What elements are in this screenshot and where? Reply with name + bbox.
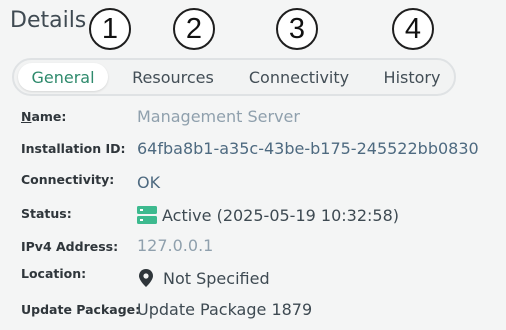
tab-history[interactable]: History xyxy=(374,63,450,91)
tab-bar: General Resources Connectivity History xyxy=(12,58,456,96)
server-active-icon xyxy=(137,206,157,224)
installation-id-value: 64fba8b1-a35c-43be-b175-245522bb0830 xyxy=(137,138,479,158)
field-row-connectivity: Connectivity: OK xyxy=(0,167,506,195)
location-value-wrapper: Not Specified xyxy=(137,264,270,292)
installation-id-label: Installation ID: xyxy=(21,140,126,156)
field-row-location: Location: Not Specified xyxy=(0,262,506,290)
name-label-accesskey: N xyxy=(21,108,32,124)
callout-marker-2: 2 xyxy=(173,8,215,50)
update-package-label: Update Package: xyxy=(21,301,141,317)
callout-marker-1: 1 xyxy=(89,8,131,50)
name-label-rest: ame: xyxy=(31,108,67,124)
field-row-status: Status: Active (2025-05-19 10:32:58) xyxy=(0,200,506,228)
tab-connectivity[interactable]: Connectivity xyxy=(242,63,356,91)
page-title: Details xyxy=(10,8,87,33)
status-value: Active (2025-05-19 10:32:58) xyxy=(162,205,399,225)
callout-marker-4: 4 xyxy=(392,8,434,50)
tab-general[interactable]: General xyxy=(18,63,108,91)
field-row-ipv4: IPv4 Address: 127.0.0.1 xyxy=(0,232,506,260)
connectivity-label: Connectivity: xyxy=(21,171,115,187)
update-package-value: Update Package 1879 xyxy=(137,299,313,319)
ipv4-label: IPv4 Address: xyxy=(21,238,119,254)
ipv4-value: 127.0.0.1 xyxy=(137,235,214,255)
status-value-wrapper: Active (2025-05-19 10:32:58) xyxy=(137,201,399,229)
field-row-name: Name: Management Server xyxy=(0,102,506,130)
location-value: Not Specified xyxy=(163,268,270,288)
field-row-installation-id: Installation ID: 64fba8b1-a35c-43be-b175… xyxy=(0,134,506,162)
field-row-update-package: Update Package: Update Package 1879 xyxy=(0,295,506,323)
location-label: Location: xyxy=(21,265,87,281)
tab-resources[interactable]: Resources xyxy=(122,63,224,91)
name-label: Name: xyxy=(21,102,66,130)
status-label: Status: xyxy=(21,205,72,221)
connectivity-value: OK xyxy=(137,172,161,192)
map-pin-icon xyxy=(139,269,153,287)
name-value: Management Server xyxy=(137,106,300,126)
callout-marker-3: 3 xyxy=(276,8,318,50)
